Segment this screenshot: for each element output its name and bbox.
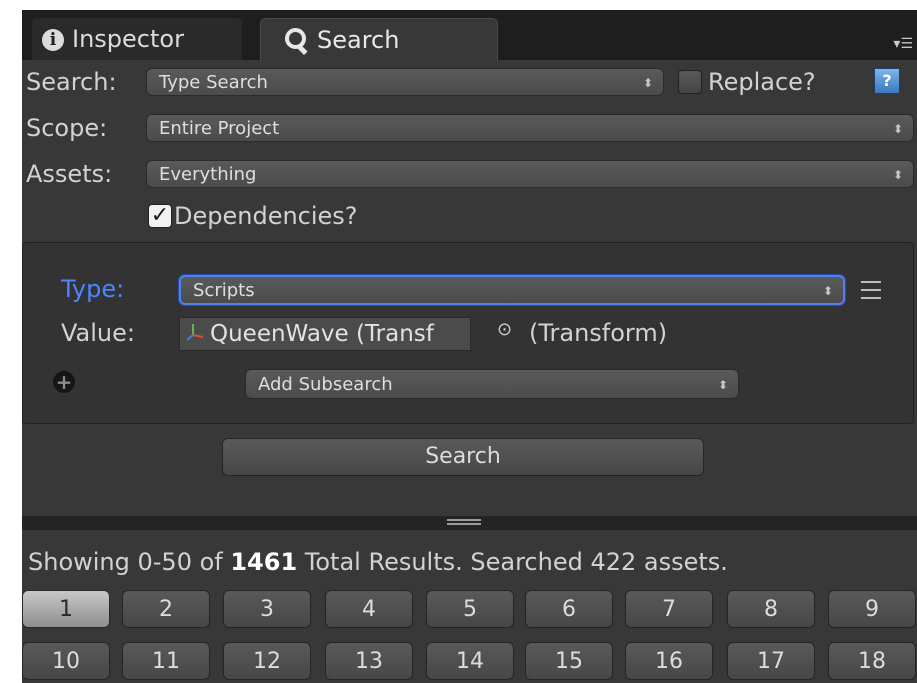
search-button[interactable]: Search <box>222 438 704 476</box>
info-icon: i <box>42 29 64 51</box>
search-icon <box>283 28 309 56</box>
add-icon[interactable]: + <box>53 371 75 393</box>
dependencies-checkbox[interactable]: ✓ <box>148 204 172 228</box>
dropdown-arrows-icon: ⬍ <box>822 284 833 298</box>
options-menu-icon[interactable] <box>861 281 881 305</box>
page-button-2[interactable]: 2 <box>122 590 210 628</box>
page-button-11[interactable]: 11 <box>122 642 210 680</box>
page-button-12[interactable]: 12 <box>223 642 311 680</box>
status-total: 1461 <box>230 548 298 576</box>
search-mode-dropdown[interactable]: Type Search ⬍ <box>146 68 664 96</box>
scope-dropdown[interactable]: Entire Project ⬍ <box>146 114 914 142</box>
assets-label: Assets: <box>26 160 113 188</box>
tab-search-label: Search <box>317 26 400 54</box>
subsearch-box: Type: Scripts ⬍ Value: QueenWave (Transf… <box>22 242 914 424</box>
page-button-5[interactable]: 5 <box>426 590 514 628</box>
tab-search[interactable]: Search <box>260 18 498 61</box>
page-button-1[interactable]: 1 <box>22 590 110 628</box>
value-label: Value: <box>61 319 135 347</box>
type-dropdown[interactable]: Scripts ⬍ <box>179 275 845 305</box>
page-button-4[interactable]: 4 <box>325 590 413 628</box>
add-subsearch-label: Add Subsearch <box>258 374 393 395</box>
scope-label: Scope: <box>26 114 108 142</box>
page-button-10[interactable]: 10 <box>22 642 110 680</box>
panel-divider[interactable] <box>22 516 917 530</box>
page-button-16[interactable]: 16 <box>625 642 713 680</box>
page-button-3[interactable]: 3 <box>223 590 311 628</box>
object-picker-icon[interactable]: ⊙ <box>497 319 512 340</box>
dropdown-arrows-icon: ⬍ <box>642 76 653 90</box>
tab-inspector-label: Inspector <box>72 25 184 53</box>
value-object-name: QueenWave (Transf <box>210 321 434 347</box>
replace-label: Replace? <box>708 68 816 96</box>
page-button-17[interactable]: 17 <box>727 642 815 680</box>
page-button-13[interactable]: 13 <box>325 642 413 680</box>
value-object-field[interactable]: QueenWave (Transf <box>179 317 471 351</box>
panel-menu-icon[interactable]: ▾☰ <box>893 36 913 52</box>
page-button-14[interactable]: 14 <box>426 642 514 680</box>
page-button-15[interactable]: 15 <box>525 642 613 680</box>
assets-value: Everything <box>159 164 257 185</box>
page-button-6[interactable]: 6 <box>525 590 613 628</box>
dropdown-arrows-icon: ⬍ <box>717 378 728 392</box>
page-button-8[interactable]: 8 <box>727 590 815 628</box>
search-mode-label: Search: <box>26 68 117 96</box>
window: i Inspector Search ▾☰ Search: Type Search… <box>0 0 917 683</box>
dropdown-arrows-icon: ⬍ <box>892 122 903 136</box>
status-prefix: Showing 0-50 of <box>28 548 231 576</box>
dependencies-label: Dependencies? <box>174 202 358 230</box>
editor-panel: i Inspector Search ▾☰ Search: Type Search… <box>22 10 917 683</box>
search-mode-value: Type Search <box>159 72 268 93</box>
help-icon[interactable]: ? <box>874 68 900 94</box>
resize-grip-icon[interactable] <box>447 519 481 525</box>
status-suffix: Total Results. Searched 422 assets. <box>297 548 728 576</box>
add-subsearch-dropdown[interactable]: Add Subsearch ⬍ <box>245 369 739 399</box>
page-button-9[interactable]: 9 <box>828 590 916 628</box>
scope-value: Entire Project <box>159 118 280 139</box>
tab-bar: i Inspector Search ▾☰ <box>22 10 917 61</box>
transform-axis-icon <box>180 318 210 350</box>
page-button-7[interactable]: 7 <box>625 590 713 628</box>
assets-dropdown[interactable]: Everything ⬍ <box>146 160 914 188</box>
type-value: Scripts <box>193 280 255 301</box>
page-button-18[interactable]: 18 <box>828 642 916 680</box>
type-label: Type: <box>61 275 125 303</box>
results-status: Showing 0-50 of 1461 Total Results. Sear… <box>28 548 728 576</box>
tab-inspector[interactable]: i Inspector <box>32 18 242 60</box>
dropdown-arrows-icon: ⬍ <box>892 168 903 182</box>
replace-checkbox[interactable] <box>678 70 702 94</box>
checkmark-icon: ✓ <box>150 203 170 228</box>
value-type-label: (Transform) <box>529 319 668 347</box>
